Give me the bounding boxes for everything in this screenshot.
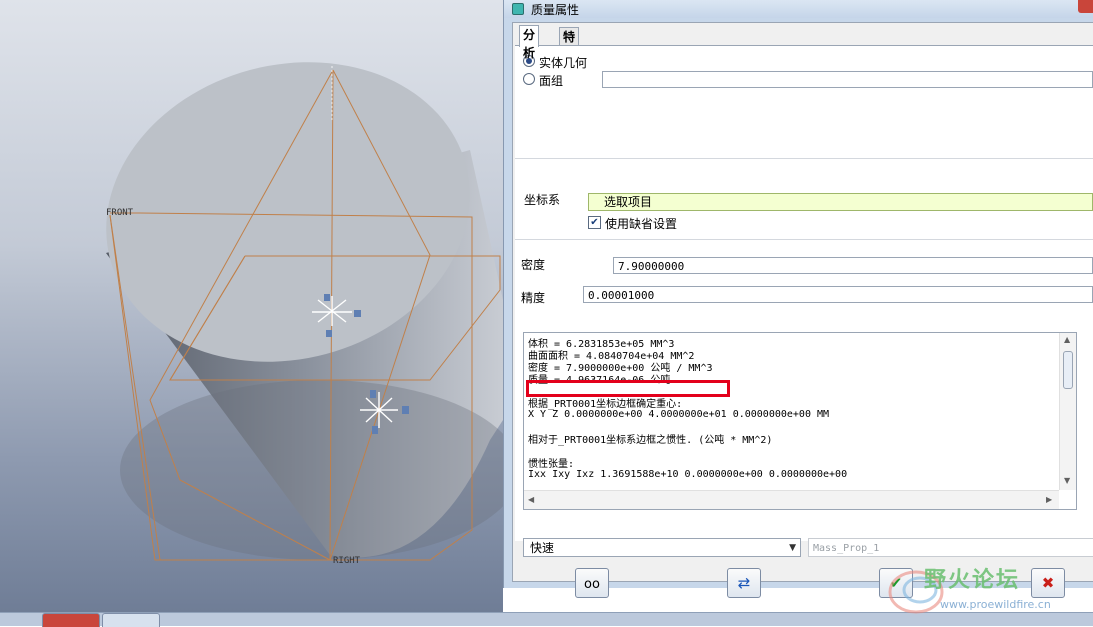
- divider: [515, 239, 1093, 240]
- density-label: 密度: [521, 258, 546, 272]
- mass-properties-dialog: 质量属性 分析 特征 实体几何 面组 坐标系 选取项目 ✔ 使用缺省设置 密度 …: [503, 0, 1093, 598]
- results-textbox[interactable]: 体积 = 6.2831853e+05 MM^3 曲面面积 = 4.0840704…: [523, 332, 1077, 510]
- glasses-icon: oo: [584, 577, 600, 592]
- radio-quilt[interactable]: [523, 73, 535, 85]
- dialog-title: 质量属性: [531, 3, 580, 17]
- result-line: Ixx Ixy Ixz 1.3691588e+10 0.0000000e+00 …: [528, 469, 848, 480]
- scroll-thumb[interactable]: [1063, 351, 1073, 389]
- datum-front-label: FRONT: [106, 208, 134, 218]
- result-line: X Y Z 0.0000000e+00 4.0000000e+01 0.0000…: [528, 409, 830, 420]
- tab-feature[interactable]: 特征: [559, 27, 580, 62]
- accuracy-label: 精度: [521, 291, 546, 305]
- dialog-client-area: 分析 特征 实体几何 面组 坐标系 选取项目 ✔ 使用缺省设置 密度 7.900…: [512, 22, 1093, 598]
- dialog-titlebar[interactable]: 质量属性: [504, 0, 1093, 18]
- results-horizontal-scrollbar[interactable]: ◀ ▶: [524, 490, 1059, 509]
- scroll-down-icon[interactable]: ▼: [1064, 476, 1070, 485]
- radio-solid-geometry-label: 实体几何: [539, 56, 588, 70]
- tab-analysis[interactable]: 分析: [519, 25, 540, 60]
- density-input[interactable]: 7.90000000: [613, 257, 1093, 274]
- refresh-icon: ⇄: [737, 574, 751, 592]
- results-vertical-scrollbar[interactable]: ▲ ▼: [1059, 333, 1076, 490]
- scroll-up-icon[interactable]: ▲: [1064, 335, 1070, 344]
- model-viewport[interactable]: FRONT RIGHT: [0, 0, 503, 612]
- quilt-collector[interactable]: [602, 71, 1093, 88]
- window-close-button[interactable]: [1078, 0, 1093, 13]
- radio-quilt-label: 面组: [539, 74, 564, 88]
- scroll-right-icon[interactable]: ▶: [1046, 495, 1052, 504]
- model-graphics: FRONT RIGHT: [106, 62, 503, 566]
- density-highlight-box: [526, 380, 730, 397]
- mode-select[interactable]: 快速 ▼: [523, 538, 801, 557]
- coord-system-collector[interactable]: 选取项目: [588, 193, 1093, 211]
- divider: [515, 158, 1093, 159]
- watermark-title: 野火论坛: [924, 568, 1021, 593]
- preview-button[interactable]: oo: [575, 568, 609, 598]
- coord-system-label: 坐标系: [524, 193, 561, 207]
- chevron-down-icon: ▼: [789, 543, 796, 553]
- use-default-checkbox[interactable]: ✔: [588, 216, 601, 229]
- result-line: 相对于_PRT0001坐标系边框之惯性. (公吨 * MM^2): [528, 435, 773, 446]
- accuracy-input[interactable]: 0.00001000: [583, 286, 1093, 303]
- mode-select-value: 快速: [530, 541, 555, 555]
- repeat-button[interactable]: ⇄: [727, 568, 761, 598]
- dialog-app-icon: [512, 3, 524, 15]
- datum-right-label: RIGHT: [333, 556, 361, 566]
- scroll-left-icon[interactable]: ◀: [528, 495, 534, 504]
- site-watermark: 野火论坛 www.proewildfire.cn: [880, 560, 1093, 625]
- feature-name-input[interactable]: Mass_Prop_1: [808, 538, 1093, 557]
- use-default-label: 使用缺省设置: [605, 217, 678, 231]
- watermark-url: www.proewildfire.cn: [940, 598, 1051, 611]
